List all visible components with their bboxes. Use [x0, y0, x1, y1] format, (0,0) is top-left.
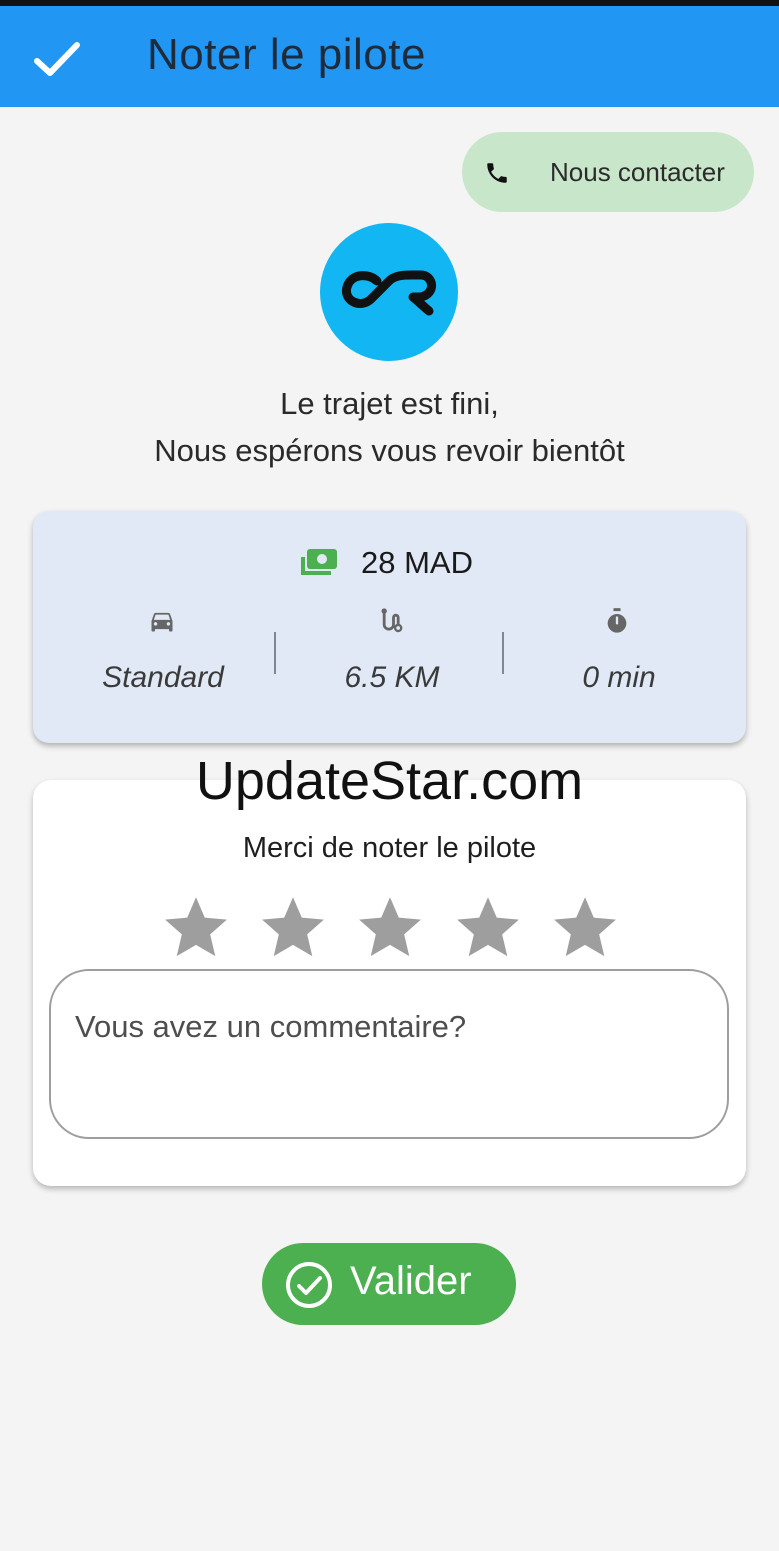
car-icon: [151, 612, 173, 632]
contact-button[interactable]: Nous contacter: [462, 132, 754, 212]
ride-duration: 0 min: [582, 661, 656, 694]
check-icon[interactable]: [33, 39, 81, 79]
divider: [274, 632, 276, 674]
app-logo: [320, 223, 458, 361]
money-icon: [301, 549, 337, 575]
star-icon[interactable]: [161, 893, 231, 961]
rating-card: Merci de noter le pilote Vous avez un co…: [33, 780, 746, 1186]
page-title: Noter le pilote: [147, 30, 426, 79]
star-icon[interactable]: [355, 893, 425, 961]
comment-placeholder: Vous avez un commentaire?: [75, 1009, 467, 1044]
route-icon: [381, 608, 403, 633]
submit-label: Valider: [350, 1259, 472, 1303]
ride-distance: 6.5 KM: [344, 661, 440, 694]
comment-field[interactable]: Vous avez un commentaire?: [49, 969, 729, 1139]
watermark: UpdateStar.com: [195, 751, 584, 811]
contact-label: Nous contacter: [550, 157, 725, 187]
phone-icon: [487, 163, 507, 183]
submit-button[interactable]: Valider: [262, 1243, 516, 1325]
star-icon[interactable]: [550, 893, 620, 961]
ride-price: 28 MAD: [361, 545, 473, 580]
trip-finished-text: Le trajet est fini,: [280, 386, 499, 421]
see-you-soon-text: Nous espérons vous revoir bientôt: [154, 433, 625, 468]
stopwatch-icon: [607, 608, 627, 633]
ride-type: Standard: [102, 661, 224, 694]
ride-summary-card: 28 MAD Standard 6.5 KM 0 min: [33, 511, 746, 743]
app-bar: Noter le pilote: [0, 6, 779, 107]
star-icon[interactable]: [258, 893, 328, 961]
check-circle-icon: [286, 1262, 332, 1308]
star-icon[interactable]: [453, 893, 523, 961]
rating-title: Merci de noter le pilote: [242, 832, 537, 864]
